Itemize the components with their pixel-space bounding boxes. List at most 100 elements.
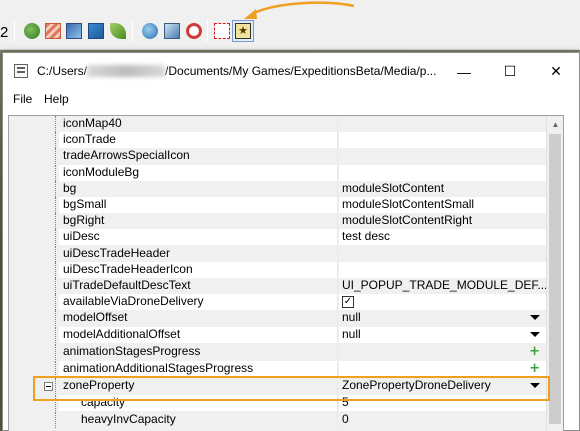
app-icon [14,64,28,78]
striped-square-icon[interactable] [45,23,61,39]
row-gutter [9,343,59,360]
row-gutter [9,394,59,411]
property-row[interactable]: modelOffset null [9,310,546,327]
dashed-square-icon[interactable] [214,23,230,39]
property-row[interactable]: animationAdditionalStagesProgress + [9,360,546,377]
row-gutter [9,310,59,327]
property-value[interactable]: null [339,310,546,327]
dropdown-arrow-icon[interactable] [530,315,540,321]
property-name: uiDescTradeHeaderIcon [59,261,338,278]
tree-line [55,343,56,360]
property-value[interactable]: 0 [339,411,546,428]
scroll-thumb[interactable] [549,134,561,424]
property-row[interactable]: bg moduleSlotContent [9,180,546,197]
property-name: uiTradeDefaultDescText [59,278,338,294]
row-gutter [9,116,59,132]
property-row[interactable]: tradeArrowsSpecialIcon [9,148,546,165]
tree-line [55,326,56,343]
property-value[interactable]: + [339,360,546,377]
property-value[interactable]: moduleSlotContent [339,180,546,197]
toolbar-separator [14,20,15,42]
property-row[interactable]: iconMap40 [9,116,546,132]
menu-file[interactable]: File [11,92,34,106]
blue-box-icon[interactable] [88,23,104,39]
property-value[interactable]: test desc [339,229,546,246]
row-gutter [9,326,59,343]
property-row[interactable]: iconTrade [9,132,546,149]
property-row[interactable]: capacity 5 [9,394,546,411]
property-row[interactable]: heavyInvCapacity 0 [9,411,546,428]
property-value[interactable]: moduleSlotContentRight [339,213,546,230]
property-row[interactable]: modelAdditionalOffset null [9,326,546,343]
row-gutter [9,132,59,149]
property-value[interactable]: 5 [339,394,546,411]
property-value[interactable]: + [339,343,546,360]
tree-line [55,132,56,149]
property-row[interactable]: uiDescTradeHeaderIcon [9,261,546,278]
red-ring-icon[interactable] [186,23,202,39]
property-value[interactable]: moduleSlotContentSmall [339,197,546,213]
property-value-text: null [342,326,361,341]
property-value-text: moduleSlotContentRight [342,213,473,228]
property-row[interactable]: uiTradeDefaultDescText UI_POPUP_TRADE_MOD… [9,278,546,294]
property-value[interactable] [339,261,546,278]
add-item-plus-icon[interactable]: + [529,345,540,358]
tree-line [55,213,56,230]
property-grid: iconMap40 iconTrade tradeArrowsSpecialIcon… [8,115,564,431]
property-value[interactable] [339,132,546,149]
green-sphere-icon[interactable] [24,23,40,39]
property-name: modelOffset [59,310,338,327]
close-button[interactable]: ✕ [533,53,579,90]
row-gutter [9,411,59,428]
add-item-plus-icon[interactable]: + [529,362,540,375]
property-row[interactable]: animationStagesProgress + [9,343,546,360]
title-path-end: /Documents/My Games/ExpeditionsBeta/Medi… [165,64,437,78]
row-gutter [9,180,59,197]
property-value[interactable]: ✓ [339,294,546,311]
tree-line [55,245,56,262]
scroll-up-icon[interactable]: ▲ [547,116,563,133]
property-row[interactable]: zoneProperty ZonePropertyDroneDelivery [9,377,546,394]
property-value[interactable]: null [339,326,546,343]
collapse-toggle-icon[interactable] [44,381,53,391]
property-name: animationAdditionalStagesProgress [59,360,338,377]
property-value[interactable] [339,148,546,165]
editor-toolbar: 2 ★ [0,0,580,50]
property-value[interactable]: UI_POPUP_TRADE_MODULE_DEF... [339,278,546,294]
property-name: tradeArrowsSpecialIcon [59,148,338,165]
minimize-button[interactable]: — [441,53,487,90]
property-row[interactable]: uiDesc test desc [9,229,546,246]
vertical-scrollbar[interactable]: ▲ [546,116,563,431]
property-name: bgSmall [59,197,338,213]
row-gutter [9,278,59,294]
globe-icon[interactable] [142,23,158,39]
cube-icon[interactable] [66,23,82,39]
tree-line [55,377,56,394]
property-name: iconTrade [59,132,338,149]
annotation-arrow-icon [244,1,355,19]
toolbar-number: 2 [0,24,9,41]
dropdown-arrow-icon[interactable] [530,382,540,388]
leaf-icon[interactable] [110,23,126,39]
property-value[interactable] [339,164,546,181]
property-name: iconModuleBg [59,164,338,181]
property-row[interactable]: iconModuleBg [9,164,546,181]
property-row[interactable]: bgRight moduleSlotContentRight [9,213,546,230]
cube-gear-icon[interactable] [164,23,180,39]
tree-line [55,180,56,197]
window-titlebar[interactable]: C:/Users/ /Documents/My Games/Expeditions… [3,53,579,90]
checkbox-checked-icon[interactable]: ✓ [342,296,354,309]
property-row[interactable]: bgSmall moduleSlotContentSmall [9,197,546,213]
property-row[interactable]: availableViaDroneDelivery ✓ [9,294,546,311]
property-value[interactable] [339,245,546,262]
property-value[interactable]: ZonePropertyDroneDelivery [339,377,546,394]
maximize-button[interactable]: ☐ [487,53,533,90]
tree-line [55,229,56,246]
property-name: modelAdditionalOffset [59,326,338,343]
property-value[interactable] [339,116,546,132]
menu-help[interactable]: Help [42,92,71,106]
dropdown-arrow-icon[interactable] [530,331,540,337]
property-row[interactable]: uiDescTradeHeader [9,245,546,262]
tree-line [55,294,56,311]
tree-line [55,261,56,278]
